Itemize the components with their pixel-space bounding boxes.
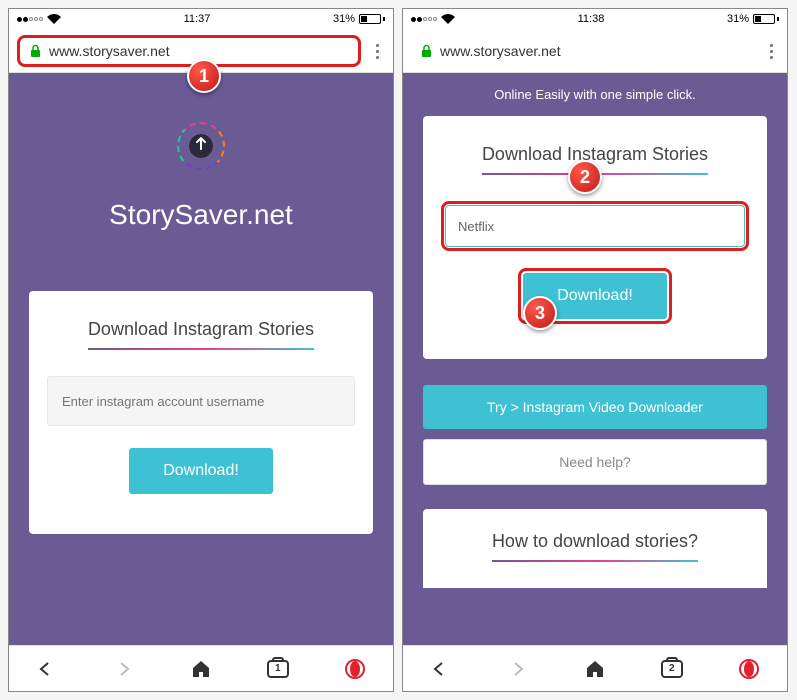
address-bar: www.storysaver.net ⋯ — [403, 29, 787, 73]
address-bar: www.storysaver.net ⋯ 1 — [9, 29, 393, 73]
url-text: www.storysaver.net — [49, 43, 170, 59]
bottom-nav: 1 — [9, 645, 393, 691]
hero: StorySaver.net — [9, 73, 393, 291]
status-bar: 11:38 31% — [403, 9, 787, 29]
back-button[interactable] — [421, 649, 461, 689]
battery-icon — [359, 14, 385, 24]
signal-icon — [17, 17, 43, 22]
download-button[interactable]: Download! — [129, 448, 273, 494]
home-button[interactable] — [575, 649, 615, 689]
bottom-nav: 2 — [403, 645, 787, 691]
signal-icon — [411, 17, 437, 22]
opera-menu-button[interactable] — [729, 649, 769, 689]
download-card: Download Instagram Stories 2 Download! 3 — [423, 116, 767, 359]
more-icon[interactable]: ⋯ — [367, 43, 388, 59]
battery-percent: 31% — [333, 13, 355, 25]
step-badge-1: 1 — [187, 59, 221, 93]
tabs-button[interactable]: 1 — [258, 649, 298, 689]
lock-icon — [421, 44, 432, 58]
page-content: StorySaver.net Download Instagram Storie… — [9, 73, 393, 645]
help-button[interactable]: Need help? — [423, 439, 767, 485]
howto-title: How to download stories? — [492, 531, 698, 562]
forward-button[interactable] — [498, 649, 538, 689]
phone-left: 11:37 31% www.storysaver.net ⋯ 1 StorySa… — [8, 8, 394, 692]
logo-icon — [178, 123, 224, 169]
battery-icon — [753, 14, 779, 24]
page-content: Online Easily with one simple click. Dow… — [403, 73, 787, 645]
opera-menu-button[interactable] — [335, 649, 375, 689]
step-badge-3: 3 — [523, 296, 557, 330]
hero-title: StorySaver.net — [29, 199, 373, 231]
wifi-icon — [441, 14, 455, 24]
step-badge-2: 2 — [568, 160, 602, 194]
status-bar: 11:37 31% — [9, 9, 393, 29]
try-downloader-button[interactable]: Try > Instagram Video Downloader — [423, 385, 767, 429]
download-card: Download Instagram Stories Download! — [29, 291, 373, 534]
home-button[interactable] — [181, 649, 221, 689]
url-field[interactable]: www.storysaver.net — [17, 35, 361, 67]
more-icon[interactable]: ⋯ — [761, 43, 782, 59]
wifi-icon — [47, 14, 61, 24]
phone-right: 11:38 31% www.storysaver.net ⋯ Online Ea… — [402, 8, 788, 692]
back-button[interactable] — [27, 649, 67, 689]
lock-icon — [30, 44, 41, 58]
username-input[interactable] — [47, 376, 355, 426]
card-title: Download Instagram Stories — [88, 319, 314, 350]
status-time: 11:37 — [184, 13, 211, 25]
forward-button[interactable] — [104, 649, 144, 689]
url-text: www.storysaver.net — [440, 43, 561, 59]
tagline: Online Easily with one simple click. — [403, 73, 787, 116]
battery-percent: 31% — [727, 13, 749, 25]
url-field[interactable]: www.storysaver.net — [411, 35, 755, 67]
howto-card: How to download stories? — [423, 509, 767, 588]
tabs-button[interactable]: 2 — [652, 649, 692, 689]
username-input[interactable] — [441, 201, 749, 251]
status-time: 11:38 — [578, 13, 605, 25]
